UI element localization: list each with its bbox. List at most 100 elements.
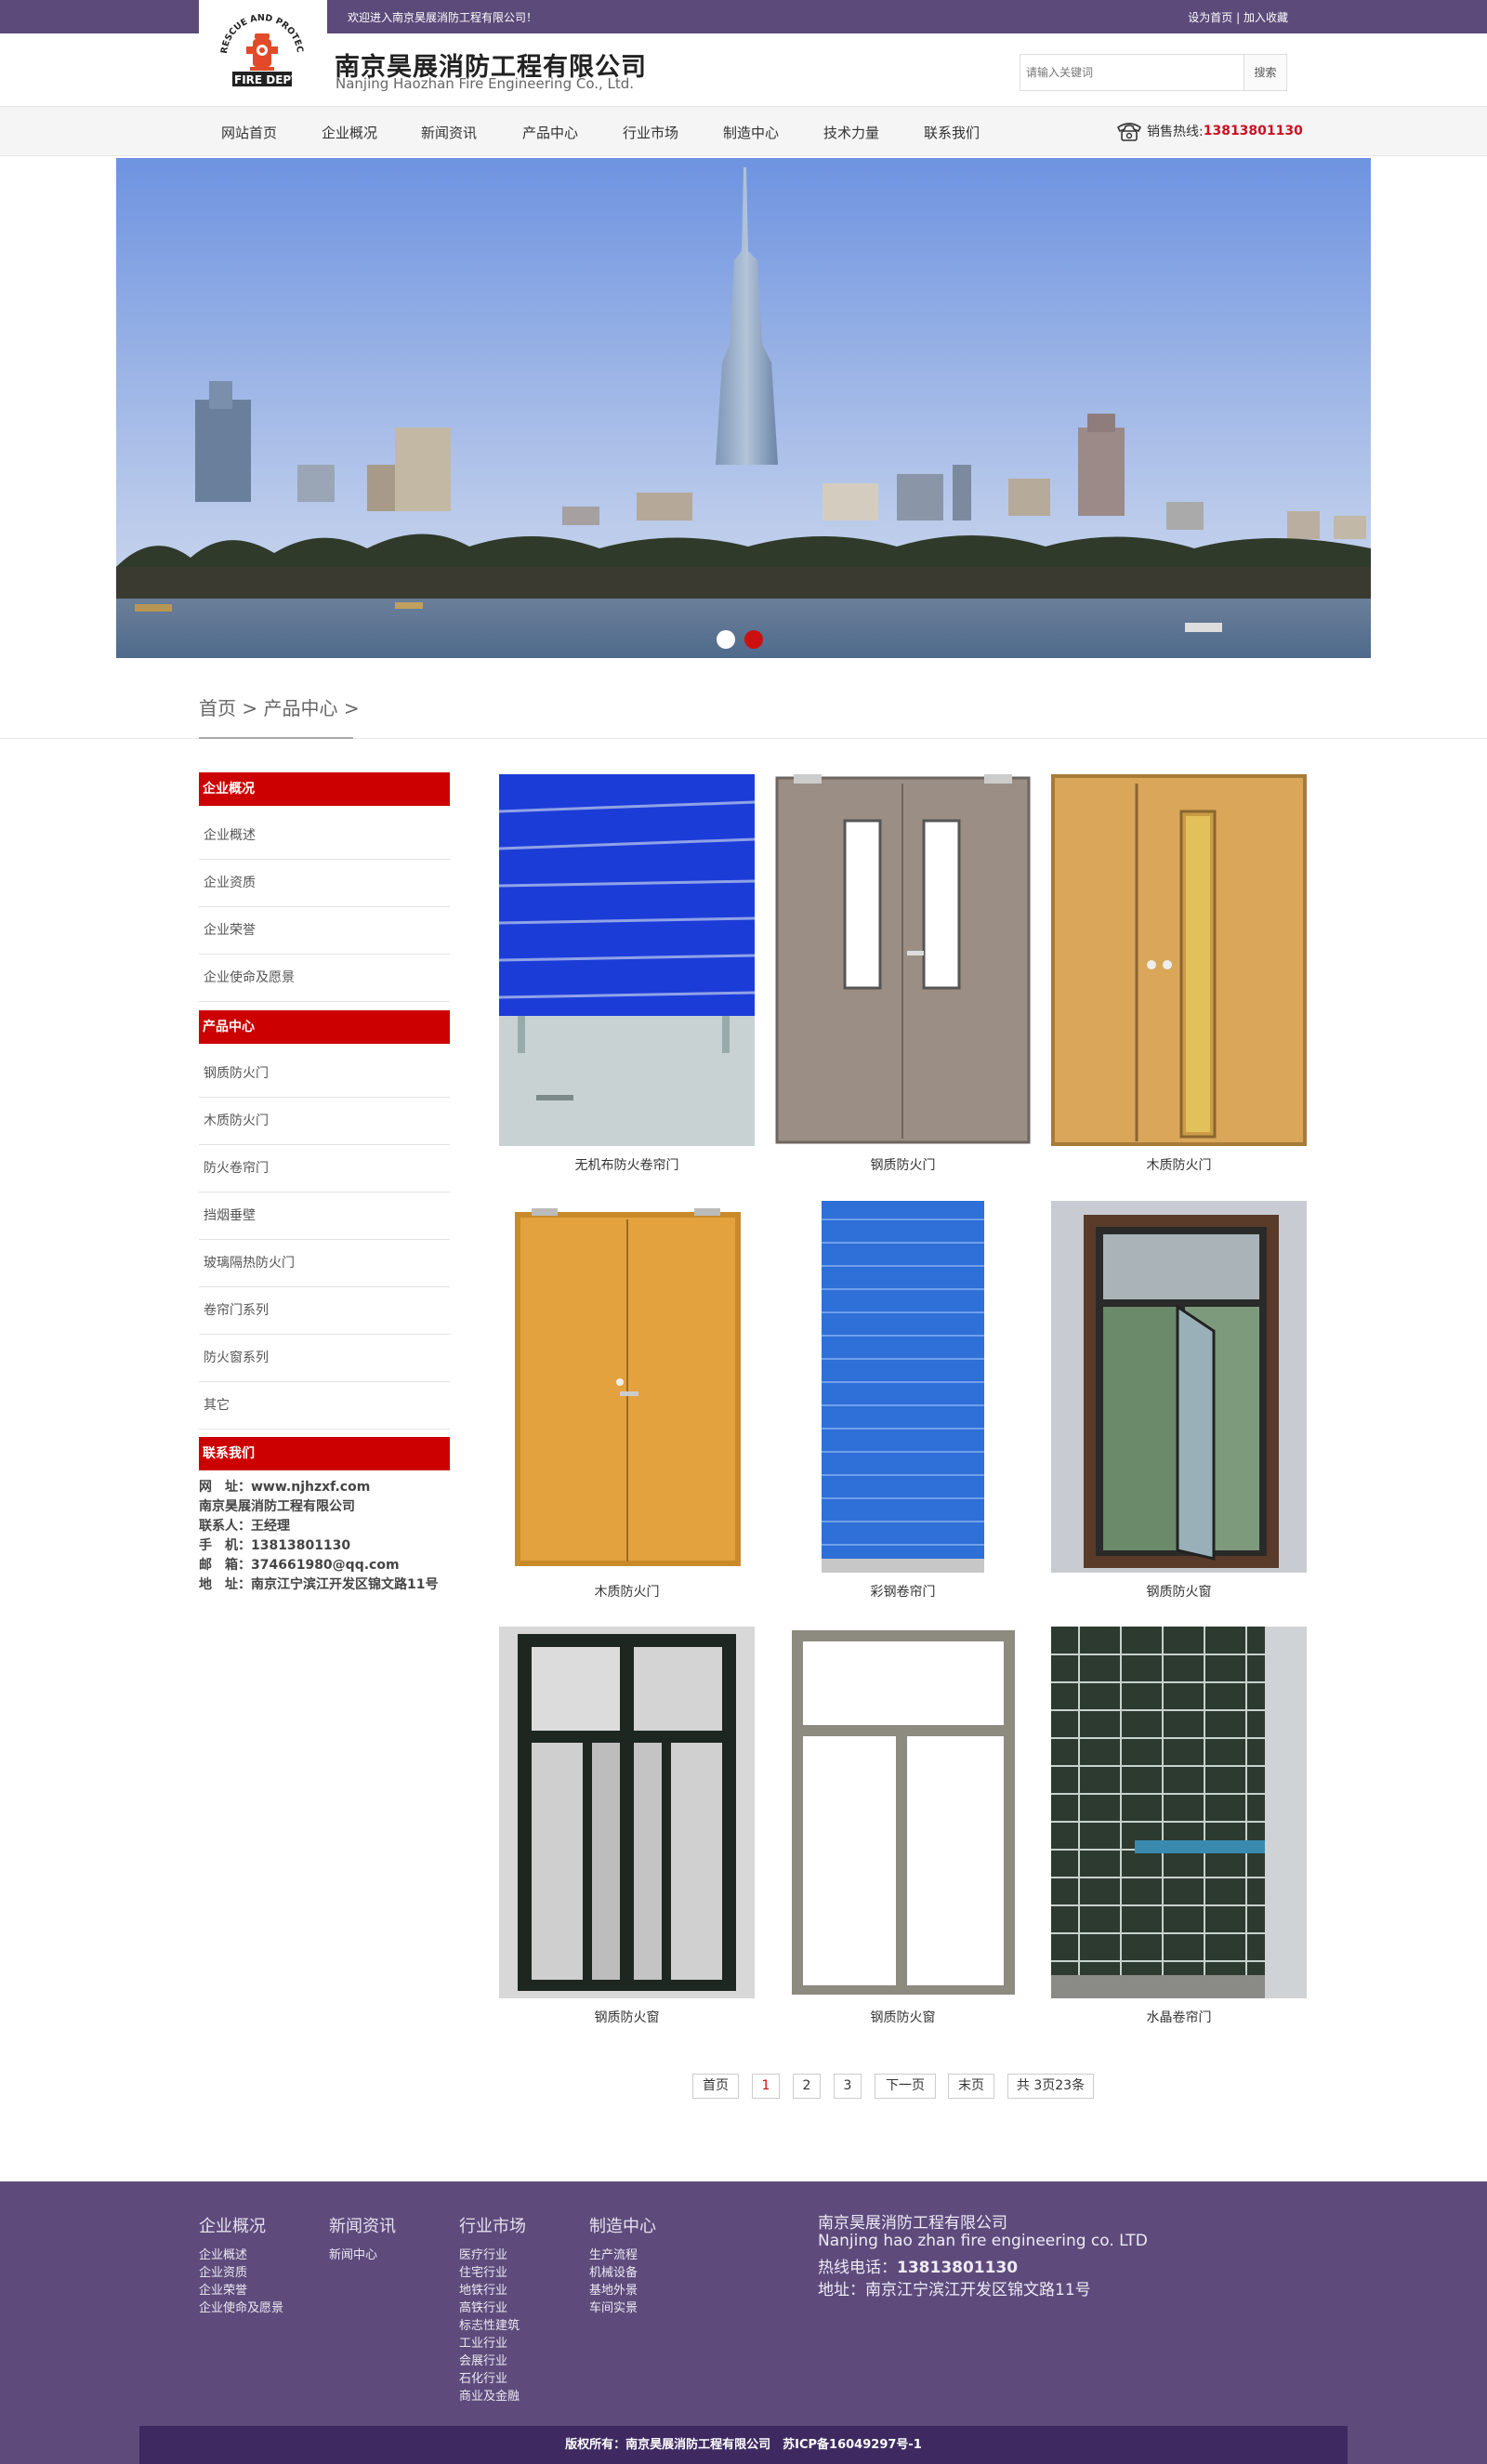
footer-col-title[interactable]: 新闻资讯 — [329, 2213, 396, 2237]
product-name[interactable]: 彩钢卷帘门 — [775, 1582, 1031, 1601]
nav-item-manufacturing[interactable]: 制造中心 — [723, 123, 779, 142]
breadcrumb: 首页 > 产品中心 > — [199, 697, 360, 719]
sidebar-item-shutter[interactable]: 防火卷帘门 — [199, 1145, 450, 1192]
nav-item-news[interactable]: 新闻资讯 — [421, 123, 477, 142]
footer-link[interactable]: 车间实景 — [589, 2298, 638, 2315]
search-button[interactable]: 搜索 — [1244, 55, 1286, 90]
footer-link[interactable]: 地铁行业 — [459, 2280, 507, 2298]
product-name[interactable]: 钢质防火门 — [775, 1155, 1031, 1174]
contact-email: 邮 箱：374661980@qq.com — [199, 1558, 400, 1573]
footer-link[interactable]: 石化行业 — [459, 2368, 507, 2386]
banner-dot-1[interactable] — [717, 630, 735, 649]
hotline-label: 销售热线: — [1147, 125, 1204, 139]
product-name[interactable]: 水晶卷帘门 — [1051, 2008, 1307, 2026]
nav-item-about[interactable]: 企业概况 — [322, 123, 377, 142]
footer-address: 地址：南京江宁滨江开发区锦文路11号 — [818, 2281, 1091, 2299]
product-image[interactable] — [775, 1201, 1031, 1573]
footer-link[interactable]: 标志性建筑 — [459, 2315, 520, 2333]
product-image[interactable] — [499, 1627, 755, 1998]
footer-link[interactable]: 企业概述 — [199, 2245, 247, 2262]
footer-hotline: 热线电话：13813801130 — [818, 2254, 1018, 2277]
footer-link[interactable]: 企业荣誉 — [199, 2280, 247, 2298]
footer-link[interactable]: 企业使命及愿景 — [199, 2298, 283, 2315]
footer-hotline-number: 13813801130 — [897, 2259, 1019, 2277]
pager-page-2[interactable]: 2 — [793, 2074, 821, 2099]
sidebar-item-glass-door[interactable]: 玻璃隔热防火门 — [199, 1240, 450, 1287]
pager-summary: 共 3页23条 — [1007, 2074, 1094, 2099]
pager-page-3[interactable]: 3 — [834, 2074, 862, 2099]
footer-col-title[interactable]: 行业市场 — [459, 2213, 526, 2237]
sidebar-item-qualification[interactable]: 企业资质 — [199, 860, 450, 907]
sidebar-heading-company[interactable]: 企业概况 — [199, 772, 450, 806]
product-name[interactable]: 无机布防火卷帘门 — [499, 1155, 755, 1174]
sidebar-heading-products[interactable]: 产品中心 — [199, 1010, 450, 1044]
sidebar-item-mission[interactable]: 企业使命及愿景 — [199, 955, 450, 1002]
footer-link[interactable]: 医疗行业 — [459, 2245, 507, 2262]
banner-dot-2-active[interactable] — [744, 630, 763, 649]
dark-frame-window-image — [499, 1627, 755, 1998]
footer-link[interactable]: 基地外景 — [589, 2280, 638, 2298]
product-name[interactable]: 木质防火门 — [1051, 1155, 1307, 1174]
sidebar-item-steel-door[interactable]: 钢质防火门 — [199, 1050, 450, 1098]
footer-link[interactable]: 住宅行业 — [459, 2262, 507, 2280]
product-image[interactable] — [1051, 774, 1307, 1146]
sidebar-item-window-series[interactable]: 防火窗系列 — [199, 1335, 450, 1382]
set-home-link[interactable]: 设为首页 — [1188, 11, 1232, 24]
footer-company-en: Nanjing hao zhan fire engineering co. LT… — [818, 2232, 1148, 2250]
footer-link[interactable]: 高铁行业 — [459, 2298, 507, 2315]
top-links: 设为首页 | 加入收藏 — [1188, 9, 1288, 25]
grey-steel-door-image — [775, 774, 1031, 1146]
footer-company-cn: 南京昊展消防工程有限公司 — [818, 2214, 1007, 2233]
sidebar-item-other[interactable]: 其它 — [199, 1382, 450, 1430]
logo-caption: FIRE DEPT — [234, 73, 299, 86]
product-image[interactable] — [775, 774, 1031, 1146]
crystal-rolling-shutter-image — [1051, 1627, 1307, 1998]
add-favorite-link[interactable]: 加入收藏 — [1244, 11, 1288, 24]
footer-link[interactable]: 商业及金融 — [459, 2386, 520, 2404]
footer: 企业概况 企业概述 企业资质 企业荣誉 企业使命及愿景 新闻资讯 新闻中心 行业… — [0, 2181, 1487, 2464]
nav-item-market[interactable]: 行业市场 — [623, 123, 678, 142]
sidebar-heading-contact[interactable]: 联系我们 — [199, 1437, 450, 1470]
search-input[interactable] — [1020, 55, 1244, 90]
logo[interactable]: RESCUE AND PROTECTION FIRE DEPT — [199, 0, 327, 102]
nav-item-tech[interactable]: 技术力量 — [823, 123, 879, 142]
separator: | — [1236, 11, 1241, 24]
nav-item-products[interactable]: 产品中心 — [522, 123, 578, 142]
product-image[interactable] — [1051, 1627, 1307, 1998]
banner-slider[interactable] — [116, 158, 1371, 658]
footer-link[interactable]: 工业行业 — [459, 2333, 507, 2351]
contact-website: 网 址：www.njhzxf.com — [199, 1480, 371, 1495]
hotline-number: 13813801130 — [1203, 124, 1303, 138]
sidebar-item-wood-door[interactable]: 木质防火门 — [199, 1098, 450, 1145]
footer-link[interactable]: 生产流程 — [589, 2245, 638, 2262]
blue-rolling-shutter-image — [499, 774, 755, 1146]
contact-person: 联系人：王经理 — [199, 1519, 290, 1534]
footer-col-title[interactable]: 企业概况 — [199, 2213, 266, 2237]
footer-col-title[interactable]: 制造中心 — [589, 2213, 656, 2237]
product-image[interactable] — [499, 1201, 755, 1573]
footer-link[interactable]: 企业资质 — [199, 2262, 247, 2280]
product-name[interactable]: 钢质防火窗 — [1051, 1582, 1307, 1601]
product-image[interactable] — [1051, 1201, 1307, 1573]
footer-link[interactable]: 机械设备 — [589, 2262, 638, 2280]
telephone-icon — [1116, 123, 1142, 141]
sidebar-item-rolling-series[interactable]: 卷帘门系列 — [199, 1287, 450, 1335]
product-name[interactable]: 钢质防火窗 — [499, 2008, 755, 2026]
footer-link[interactable]: 新闻中心 — [329, 2245, 377, 2262]
nav-item-contact[interactable]: 联系我们 — [924, 123, 980, 142]
sidebar-item-honor[interactable]: 企业荣誉 — [199, 907, 450, 955]
product-name[interactable]: 钢质防火窗 — [775, 2008, 1031, 2026]
footer-link[interactable]: 会展行业 — [459, 2351, 507, 2368]
pager-last[interactable]: 末页 — [948, 2074, 994, 2099]
product-image[interactable] — [775, 1627, 1031, 1998]
product-image[interactable] — [499, 774, 755, 1146]
sidebar-item-smoke-barrier[interactable]: 挡烟垂壁 — [199, 1192, 450, 1240]
pager-next[interactable]: 下一页 — [875, 2074, 936, 2099]
product-name[interactable]: 木质防火门 — [499, 1582, 755, 1601]
nav-item-home[interactable]: 网站首页 — [221, 123, 277, 142]
sidebar-item-overview[interactable]: 企业概述 — [199, 812, 450, 860]
nanjing-skyline-image — [116, 158, 1371, 658]
pager-first[interactable]: 首页 — [692, 2074, 739, 2099]
wood-door-window-image — [1051, 774, 1307, 1146]
pager-page-1[interactable]: 1 — [752, 2074, 780, 2099]
